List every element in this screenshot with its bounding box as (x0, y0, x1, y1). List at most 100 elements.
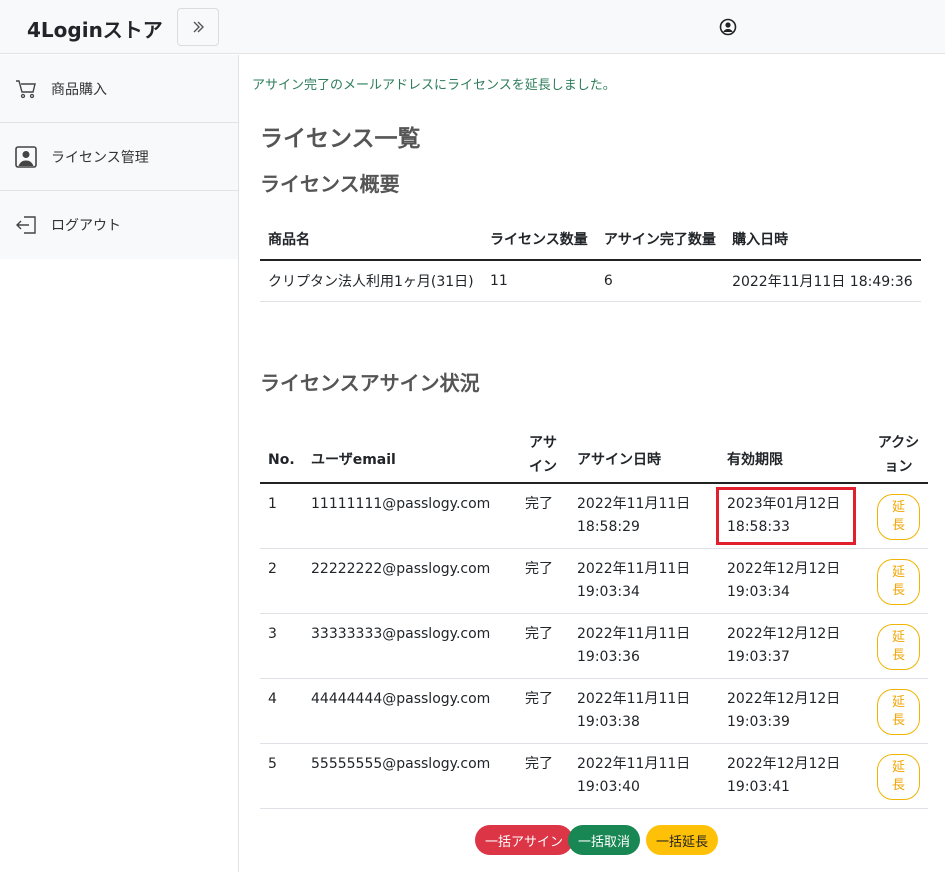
license-summary-table: 商品名 ライセンス数量 アサイン完了数量 購入日時 クリプタン法人利用1ヶ月(3… (260, 219, 921, 302)
user-account-icon[interactable] (719, 18, 737, 36)
row-number: 1 (260, 483, 303, 549)
action-cell: 延長 (869, 548, 928, 614)
assign-time: 18:58:29 (577, 519, 640, 535)
assign-date: 2022年11月11日 (577, 496, 691, 512)
column-header-action: アクション (869, 427, 928, 484)
assign-status: 完了 (517, 678, 569, 744)
expiry-datetime: 2022年12月12日 19:03:41 (719, 743, 869, 809)
assign-status: 完了 (517, 743, 569, 809)
brand-title[interactable]: 4Loginストア (27, 14, 163, 43)
sidebar-item-label: ライセンス管理 (51, 149, 149, 166)
row-number: 2 (260, 548, 303, 614)
sidebar-item-label: ログアウト (51, 218, 121, 234)
column-header: 購入日時 (724, 219, 921, 261)
table-row: 5 55555555@passlogy.com 完了 2022年11月11日 1… (260, 743, 928, 809)
assign-status-heading: ライセンスアサイン状況 (260, 371, 480, 395)
assign-date: 2022年11月11日 (577, 755, 691, 772)
sidebar-item-logout[interactable]: ログアウト (0, 191, 238, 259)
column-header: アサイン完了数量 (595, 219, 725, 261)
expiry-datetime: 2023年01月12日 18:58:33 (716, 483, 869, 549)
assign-time: 19:03:34 (577, 583, 640, 600)
column-header: 商品名 (260, 219, 482, 261)
user-email: 22222222@passlogy.com (303, 548, 517, 614)
extend-button[interactable]: 延長 (877, 494, 920, 540)
assigned-count-cell: 6 (595, 260, 725, 302)
expiry-date: 2023年01月12日 (727, 496, 841, 512)
expiry-time: 19:03:37 (727, 648, 790, 665)
column-header-no: No. (260, 427, 303, 484)
expiry-time: 19:03:34 (727, 583, 790, 600)
column-header-expiry: 有効期限 (719, 427, 869, 484)
expiry-datetime: 2022年12月12日 19:03:39 (719, 678, 869, 744)
assign-date: 2022年11月11日 (577, 625, 691, 642)
row-number: 5 (260, 743, 303, 809)
expiry-time: 19:03:39 (727, 713, 790, 730)
extend-button[interactable]: 延長 (877, 558, 920, 605)
user-email: 55555555@passlogy.com (303, 743, 517, 809)
sidebar: 商品購入 ライセンス管理 ログアウト (0, 55, 239, 872)
row-number: 4 (260, 678, 303, 744)
assign-time: 19:03:36 (577, 648, 640, 665)
person-badge-icon (14, 145, 38, 169)
assign-time: 19:03:40 (577, 778, 640, 795)
purchase-date-cell: 2022年11月11日 18:49:36 (724, 260, 921, 302)
assign-status: 完了 (517, 483, 569, 549)
assign-datetime: 2022年11月11日 19:03:36 (569, 613, 719, 679)
summary-heading: ライセンス概要 (260, 172, 400, 196)
column-header-assign-date: アサイン日時 (569, 427, 719, 484)
sidebar-item-label: 商品購入 (51, 81, 107, 98)
table-row: クリプタン法人利用1ヶ月(31日) 11 6 2022年11月11日 18:49… (260, 260, 921, 302)
action-cell: 延長 (869, 613, 928, 679)
page-title: ライセンス一覧 (260, 126, 421, 152)
extend-button[interactable]: 延長 (877, 688, 920, 735)
column-header: ライセンス数量 (481, 219, 596, 261)
assign-datetime: 2022年11月11日 19:03:40 (569, 743, 719, 809)
table-row: 3 33333333@passlogy.com 完了 2022年11月11日 1… (260, 613, 928, 679)
chevron-double-right-icon (193, 21, 204, 33)
expiry-date: 2022年12月12日 (727, 690, 841, 707)
assign-status: 完了 (517, 548, 569, 614)
table-header-row: No. ユーザemail アサイン アサイン日時 有効期限 アクション (260, 427, 928, 484)
success-alert: アサイン完了のメールアドレスにライセンスを延長しました。 (252, 78, 616, 93)
expiry-date: 2022年12月12日 (727, 755, 841, 772)
assign-status: 完了 (517, 613, 569, 679)
expiry-datetime: 2022年12月12日 19:03:34 (719, 548, 869, 614)
extend-button[interactable]: 延長 (877, 623, 920, 670)
assign-datetime: 2022年11月11日 19:03:38 (569, 678, 719, 744)
bulk-cancel-button[interactable]: 一括取消 (568, 825, 641, 855)
table-row: 1 11111111@passlogy.com 完了 2022年11月11日 1… (260, 483, 928, 549)
license-count-cell: 11 (481, 260, 596, 302)
assign-datetime: 2022年11月11日 19:03:34 (569, 548, 719, 614)
main-content: アサイン完了のメールアドレスにライセンスを延長しました。 ライセンス一覧 ライセ… (240, 55, 945, 872)
column-header-assign: アサイン (517, 427, 569, 484)
assign-date: 2022年11月11日 (577, 690, 691, 707)
cart-icon (14, 77, 38, 101)
sidebar-item-license[interactable]: ライセンス管理 (0, 123, 238, 191)
sidebar-toggle-button[interactable] (177, 8, 219, 46)
action-cell: 延長 (869, 743, 928, 809)
expiry-date: 2022年12月12日 (727, 625, 841, 642)
table-header-row: 商品名 ライセンス数量 アサイン完了数量 購入日時 (260, 219, 921, 261)
user-email: 33333333@passlogy.com (303, 613, 517, 679)
sidebar-item-purchase[interactable]: 商品購入 (0, 55, 238, 123)
column-header-email: ユーザemail (303, 427, 517, 484)
assign-time: 19:03:38 (577, 713, 640, 730)
expiry-highlight-box: 2023年01月12日 18:58:33 (716, 487, 856, 545)
bulk-extend-button[interactable]: 一括延長 (646, 825, 719, 855)
logout-icon (14, 213, 38, 237)
action-cell: 延長 (869, 678, 928, 744)
top-navbar: 4Loginストア (0, 0, 945, 54)
bulk-assign-button[interactable]: 一括アサイン (475, 825, 574, 855)
expiry-time: 19:03:41 (727, 778, 790, 795)
product-name-cell: クリプタン法人利用1ヶ月(31日) (260, 260, 482, 302)
extend-button[interactable]: 延長 (877, 753, 920, 800)
expiry-date: 2022年12月12日 (727, 560, 841, 577)
row-number: 3 (260, 613, 303, 679)
user-email: 44444444@passlogy.com (303, 678, 517, 744)
action-cell: 延長 (869, 483, 928, 549)
table-row: 2 22222222@passlogy.com 完了 2022年11月11日 1… (260, 548, 928, 614)
license-assign-table: No. ユーザemail アサイン アサイン日時 有効期限 アクション 1 11… (260, 427, 928, 809)
assign-date: 2022年11月11日 (577, 560, 691, 577)
expiry-datetime: 2022年12月12日 19:03:37 (719, 613, 869, 679)
user-email: 11111111@passlogy.com (303, 483, 517, 549)
